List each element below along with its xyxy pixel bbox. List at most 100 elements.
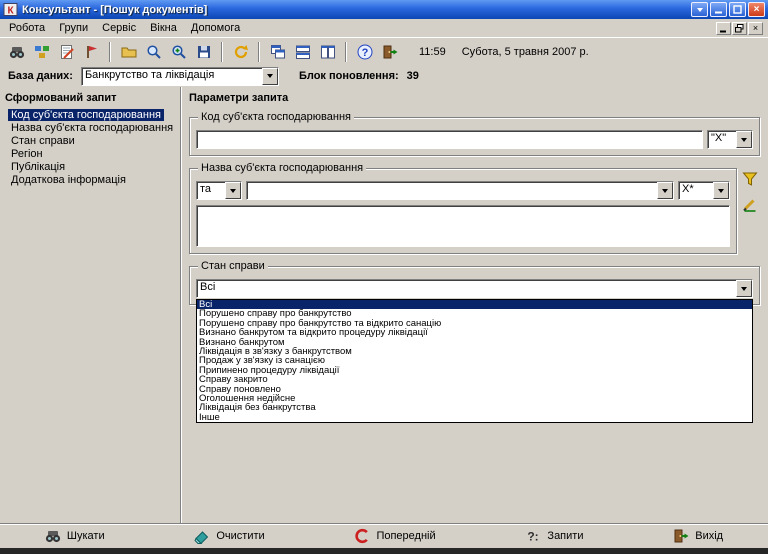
menu-grupy[interactable]: Групи (52, 21, 95, 35)
name-operator-select[interactable]: та (196, 181, 242, 200)
windows-tile-button[interactable] (291, 40, 314, 63)
query-item-state[interactable]: Стан справи (8, 135, 78, 147)
update-block-value: 39 (407, 70, 419, 82)
state-select[interactable]: Всі (196, 279, 753, 298)
search-binoculars-icon (9, 44, 25, 60)
state-option[interactable]: Ліквідація без банкрутства (197, 403, 752, 412)
mdi-controls: × (716, 22, 766, 35)
maximize-button[interactable] (729, 2, 746, 17)
exit-icon (382, 44, 398, 60)
state-select-value: Всі (197, 280, 736, 297)
windows-cascade-button[interactable] (266, 40, 289, 63)
date: Субота, 5 травня 2007 р. (462, 46, 589, 58)
window-menu-button[interactable] (691, 2, 708, 17)
query-panel: Сформований запит Код суб'єкта господарю… (0, 87, 181, 523)
chevron-down-icon (741, 287, 747, 291)
toolbar-separator (221, 42, 223, 62)
find-icon (146, 44, 162, 60)
query-item-extra[interactable]: Додаткова інформація (8, 174, 129, 186)
database-select[interactable]: Банкрутство та ліквідація (81, 67, 279, 86)
state-option[interactable]: Оголошення недійсне (197, 394, 752, 403)
code-input[interactable] (196, 130, 703, 149)
mdi-minimize-button[interactable] (716, 22, 731, 35)
query-item-name[interactable]: Назва суб'єкта господарювання (8, 122, 176, 134)
previous-button[interactable]: Попередній (354, 528, 435, 544)
code-match-mode-value: "Х" (708, 131, 736, 148)
help-icon: ? (357, 44, 373, 60)
help-button[interactable]: ? (353, 40, 376, 63)
svg-text:?: ? (361, 47, 368, 59)
name-operator-arrow-button[interactable] (225, 182, 241, 199)
hand-write-button[interactable] (741, 195, 759, 213)
state-option[interactable]: Порушено справу про банкрутство та відкр… (197, 319, 752, 328)
find-button[interactable] (142, 40, 165, 63)
chevron-down-icon (230, 189, 236, 193)
queries-button[interactable]: ?: Запити (525, 528, 583, 544)
search-button[interactable]: Шукати (45, 528, 105, 544)
exit-button[interactable]: Вихід (673, 528, 723, 544)
state-option[interactable]: Визнано банкрутом та відкрито процедуру … (197, 328, 752, 337)
folders-button[interactable] (117, 40, 140, 63)
state-option[interactable]: Справу закрито (197, 375, 752, 384)
name-match-mode-arrow-button[interactable] (713, 182, 729, 199)
find-in-base-button[interactable] (167, 40, 190, 63)
filter-icon (742, 171, 758, 187)
windows-tile-icon (295, 44, 311, 60)
name-match-mode-value: Х* (679, 182, 713, 199)
state-option[interactable]: Визнано банкрутом (197, 338, 752, 347)
name-input-arrow-button[interactable] (657, 182, 673, 199)
name-match-mode-select[interactable]: Х* (678, 181, 730, 200)
search-binoculars-button[interactable] (5, 40, 28, 63)
state-option[interactable]: Всі (197, 300, 752, 309)
name-input-combo[interactable] (246, 181, 674, 200)
mark-document-button[interactable] (80, 40, 103, 63)
menu-servis[interactable]: Сервіс (95, 21, 143, 35)
mark-document-icon (84, 44, 100, 60)
name-group-title: Назва суб'єкта господарювання (198, 162, 366, 175)
code-match-mode-arrow-button[interactable] (736, 131, 752, 148)
app-window: К Консультант - [Пошук документів] × Роб… (0, 0, 768, 554)
query-item-publication[interactable]: Публікація (8, 161, 68, 173)
state-option[interactable]: Припинено процедуру ліквідації (197, 366, 752, 375)
state-select-arrow-button[interactable] (736, 280, 752, 297)
query-panel-title: Сформований запит (0, 89, 180, 107)
state-option[interactable]: Справу поновлено (197, 385, 752, 394)
database-select-arrow-button[interactable] (262, 68, 278, 85)
close-button[interactable]: × (748, 2, 765, 17)
menu-robota[interactable]: Робота (2, 21, 52, 35)
groups-button[interactable] (30, 40, 53, 63)
filter-button[interactable] (741, 170, 759, 188)
state-option[interactable]: Ліквідація в зв'язку з банкрутством (197, 347, 752, 356)
folders-icon (121, 44, 137, 60)
menu-vikna[interactable]: Вікна (143, 21, 184, 35)
code-group: Код суб'єкта господарювання "Х" (189, 117, 760, 156)
state-option[interactable]: Інше (197, 413, 752, 422)
clear-button[interactable]: Очистити (194, 528, 264, 544)
find-in-base-icon (171, 44, 187, 60)
exit-button-label: Вихід (695, 530, 723, 542)
mdi-restore-button[interactable] (732, 22, 747, 35)
database-select-value: Банкрутство та ліквідація (82, 68, 262, 85)
minimize-button[interactable] (710, 2, 727, 17)
save-button[interactable] (192, 40, 215, 63)
name-list-textarea[interactable] (196, 205, 730, 247)
name-group: Назва суб'єкта господарювання та Х* (189, 168, 737, 254)
bottom-bar: Шукати Очистити Попередній ?: Запити Вих… (0, 523, 768, 548)
menu-dopomoga[interactable]: Допомога (184, 21, 247, 35)
mdi-close-button[interactable]: × (748, 22, 763, 35)
edit-document-button[interactable] (55, 40, 78, 63)
main-area: Сформований запит Код суб'єкта господарю… (0, 87, 768, 523)
update-block-label: Блок поновлення: (299, 70, 399, 82)
window-controls: × (691, 2, 765, 17)
state-group: Стан справи Всі Всі Порушено справу про … (189, 266, 760, 305)
query-item-code[interactable]: Код суб'єкта господарювання (8, 109, 164, 121)
state-option[interactable]: Продаж у зв'язку із санацією (197, 356, 752, 365)
exit-toolbar-button[interactable] (378, 40, 401, 63)
windows-arrange-button[interactable] (316, 40, 339, 63)
clock: 11:59 (419, 46, 446, 58)
titlebar[interactable]: К Консультант - [Пошук документів] × (0, 0, 768, 19)
code-match-mode-select[interactable]: "Х" (707, 130, 753, 149)
state-option[interactable]: Порушено справу про банкрутство (197, 309, 752, 318)
query-item-region[interactable]: Регіон (8, 148, 46, 160)
update-button[interactable] (229, 40, 252, 63)
